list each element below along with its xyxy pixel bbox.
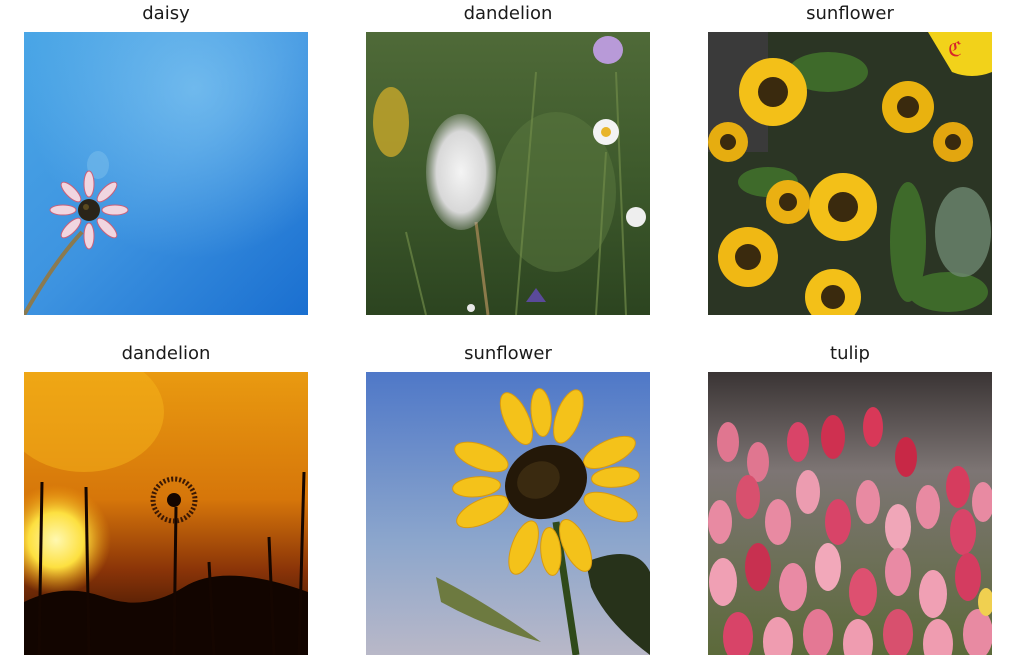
- image-grid: daisy dandelion sunflower ℭ dandelion su…: [0, 0, 1015, 663]
- panel-image-tulip: [708, 372, 992, 655]
- panel-image-sunflower: ℭ: [708, 32, 992, 315]
- panel-title: sunflower: [806, 3, 894, 24]
- panel-image-sunflower-sky: [366, 372, 650, 655]
- panel-image-dandelion-sunset: [24, 372, 308, 655]
- panel-title: dandelion: [463, 3, 553, 24]
- panel-title: tulip: [830, 343, 870, 364]
- panel-title: sunflower: [464, 343, 552, 364]
- panel-title: dandelion: [121, 343, 211, 364]
- panel-image-dandelion: [366, 32, 650, 315]
- panel-title: daisy: [142, 3, 190, 24]
- panel-image-daisy: [24, 32, 308, 315]
- svg-text:ℭ: ℭ: [948, 37, 962, 61]
